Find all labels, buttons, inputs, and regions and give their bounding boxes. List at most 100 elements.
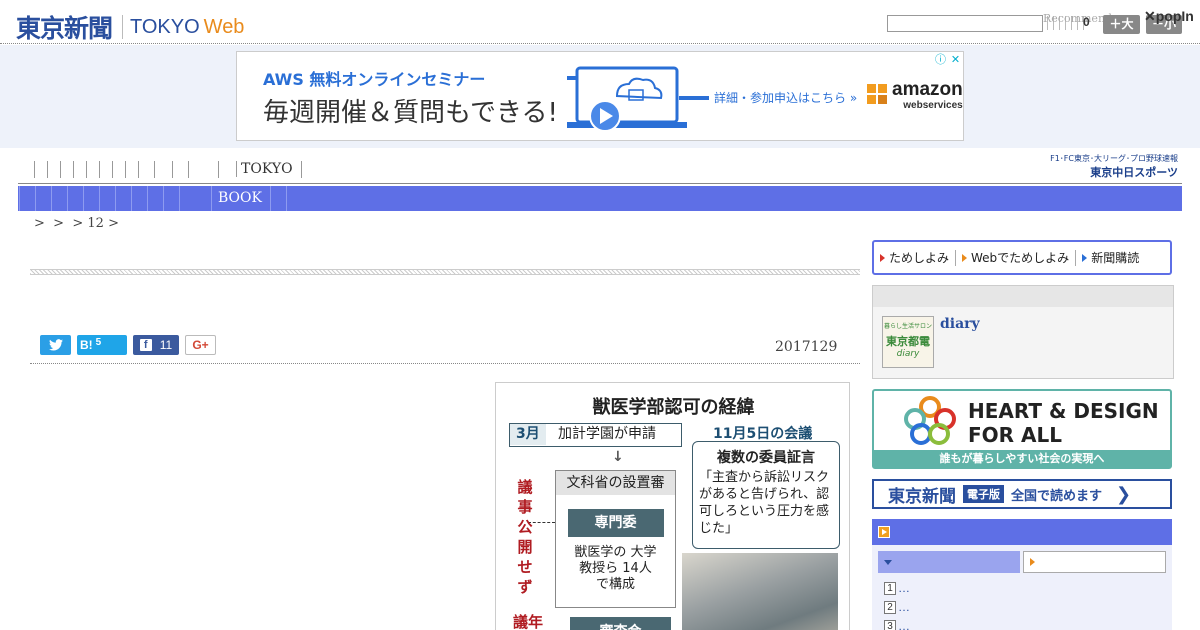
figure-side-label: 議事公開せず xyxy=(517,478,533,596)
nav-item-book[interactable]: BOOK xyxy=(211,186,270,211)
figure-meeting-label: 11月5日の会議 xyxy=(713,426,813,442)
nav-item[interactable] xyxy=(99,186,115,211)
chevron-right-icon: ❯ xyxy=(1116,483,1132,505)
breadcrumb-sep: > xyxy=(108,216,119,231)
hatena-count: 5 xyxy=(95,336,102,348)
ranking-text: … xyxy=(898,619,910,630)
nav-item[interactable] xyxy=(60,160,73,178)
aws-banner-ad[interactable]: AWS 無料オンラインセミナー 毎週開催＆質問もできる! 詳細・参加申込はこちら… xyxy=(236,51,964,141)
figure-step-month: 3月 xyxy=(510,424,546,445)
figure-testimony-bubble: 複数の委員証言 「主査から訴訟リスクがあると告げられ、認可しろという圧力を感じた… xyxy=(692,441,840,549)
figure-committee: 専門委 xyxy=(567,509,664,537)
nav-item[interactable] xyxy=(115,186,131,211)
nav-item[interactable] xyxy=(73,160,86,178)
nav-divider xyxy=(300,160,302,178)
tab-label: ためしよみ xyxy=(889,251,950,265)
ranking-header xyxy=(872,519,1172,545)
ad-info-icon[interactable]: ⓘ xyxy=(933,52,948,67)
heart-design-logo-icon xyxy=(904,396,956,445)
tab-web-tameshiyomi[interactable]: Webでためしよみ xyxy=(962,249,1075,266)
nav-item[interactable] xyxy=(163,186,179,211)
nav-item-tokyo[interactable]: TOKYO xyxy=(236,161,301,177)
nav-item[interactable] xyxy=(179,186,211,211)
aws-logo: amazon webservices xyxy=(892,79,963,114)
heart-title-line1: HEART & DESIGN xyxy=(968,399,1159,423)
nav-divider xyxy=(285,186,287,211)
nav-item[interactable] xyxy=(218,160,236,178)
article-date: 2017129 xyxy=(775,339,838,355)
figure-review-board: 審査会 xyxy=(570,617,671,630)
chunichi-sports-link[interactable]: F1･FC東京･大リーグ･プロ野球速報 東京中日スポーツ xyxy=(1022,153,1178,180)
eban-text: 全国で読めます xyxy=(1011,488,1103,504)
site-logo[interactable]: 東京新聞 TOKYO Web xyxy=(16,9,244,45)
nav-item[interactable] xyxy=(188,160,218,178)
nav-item[interactable] xyxy=(125,160,138,178)
ranking-item[interactable]: 3 … xyxy=(884,619,910,630)
ranking-tab-active[interactable] xyxy=(878,551,1020,573)
nav-item[interactable] xyxy=(83,186,99,211)
breadcrumb-link[interactable]: 12 xyxy=(87,216,104,231)
ranking-text: … xyxy=(898,600,910,614)
nav-item[interactable] xyxy=(138,160,154,178)
nav-item[interactable] xyxy=(172,160,188,178)
figure-title: 獣医学部認可の経緯 xyxy=(592,397,755,418)
diary-link[interactable]: diary xyxy=(940,316,980,332)
aws-logo-text: amazon xyxy=(892,79,963,100)
tab-tameshiyomi[interactable]: ためしよみ xyxy=(880,249,955,266)
ranking-item[interactable]: 1 … xyxy=(884,581,910,595)
twitter-icon xyxy=(48,339,63,351)
nav-item[interactable] xyxy=(269,186,286,211)
tab-divider xyxy=(1075,249,1077,266)
popin-close-button[interactable]: ✕popIn xyxy=(1144,8,1194,25)
diary-thumbnail[interactable]: 暮らし生活サロン 東京都電 diary xyxy=(882,316,934,368)
nav-item[interactable] xyxy=(112,160,125,178)
diary-thumb-title: 東京都電 xyxy=(886,335,930,348)
nav-item[interactable] xyxy=(131,186,147,211)
hatena-icon: B! xyxy=(80,338,93,352)
nav-item[interactable] xyxy=(34,160,47,178)
tab-label: Webでためしよみ xyxy=(971,251,1070,265)
nav-item[interactable] xyxy=(19,186,35,211)
logo-divider xyxy=(122,15,124,39)
aws-logo-sub: webservices xyxy=(903,100,963,111)
nav-item[interactable] xyxy=(35,186,51,211)
heart-design-banner[interactable]: HEART & DESIGN FOR ALL 誰もが暮らしやすい社会の実現へ xyxy=(872,389,1172,469)
hatena-bookmark-button[interactable]: B! 5 xyxy=(77,335,127,355)
nav-item[interactable] xyxy=(86,160,99,178)
figure-step-application: 3月 加計学園が申請 xyxy=(509,423,682,447)
figure-step-text: 加計学園が申請 xyxy=(558,426,656,442)
google-plus-button[interactable]: G+ xyxy=(185,335,216,355)
article-title-rule xyxy=(30,269,860,275)
article-divider xyxy=(30,363,860,364)
ad-close-icon[interactable]: ✕ xyxy=(948,52,963,67)
nav-item[interactable] xyxy=(67,186,83,211)
nav-item[interactable] xyxy=(51,186,67,211)
diary-box-header xyxy=(872,285,1174,308)
tab-label: 新聞購読 xyxy=(1091,251,1140,265)
digital-edition-banner[interactable]: 東京新聞 電子版 全国で読めます ❯ xyxy=(872,479,1172,509)
font-size-large-button[interactable]: ＋大 xyxy=(1103,15,1140,34)
twitter-share-button[interactable] xyxy=(40,335,71,355)
nav-divider-line xyxy=(18,183,1182,184)
nav-item[interactable] xyxy=(154,160,172,178)
ranking-header-icon xyxy=(878,526,890,538)
facebook-share-button[interactable]: f 11 xyxy=(133,335,179,355)
eban-badge: 電子版 xyxy=(963,485,1004,503)
aws-cubes-icon xyxy=(867,84,887,104)
article-figure[interactable]: 獣医学部認可の経緯 3月 加計学園が申請 11月5日の会議 ↓ 文科省の設置審 … xyxy=(495,382,850,630)
heart-design-title: HEART & DESIGN FOR ALL xyxy=(968,399,1159,447)
chevron-right-icon xyxy=(1030,558,1035,566)
ad-apply-link[interactable]: 詳細・参加申込はこちら » xyxy=(714,89,857,106)
nav-item[interactable] xyxy=(99,160,112,178)
figure-council-title: 文科省の設置審 xyxy=(556,471,675,495)
header-divider xyxy=(0,43,1200,44)
search-input[interactable] xyxy=(887,15,1043,32)
nav-item[interactable] xyxy=(47,160,60,178)
ranking-item[interactable]: 2 … xyxy=(884,600,910,614)
tab-subscribe[interactable]: 新聞購読 xyxy=(1082,249,1145,266)
logo-tokyo-text: TOKYO xyxy=(130,15,200,38)
breadcrumb-sep: > xyxy=(72,216,84,231)
nav-item[interactable] xyxy=(147,186,163,211)
ranking-text: … xyxy=(898,581,910,595)
ranking-tab[interactable] xyxy=(1023,551,1166,573)
